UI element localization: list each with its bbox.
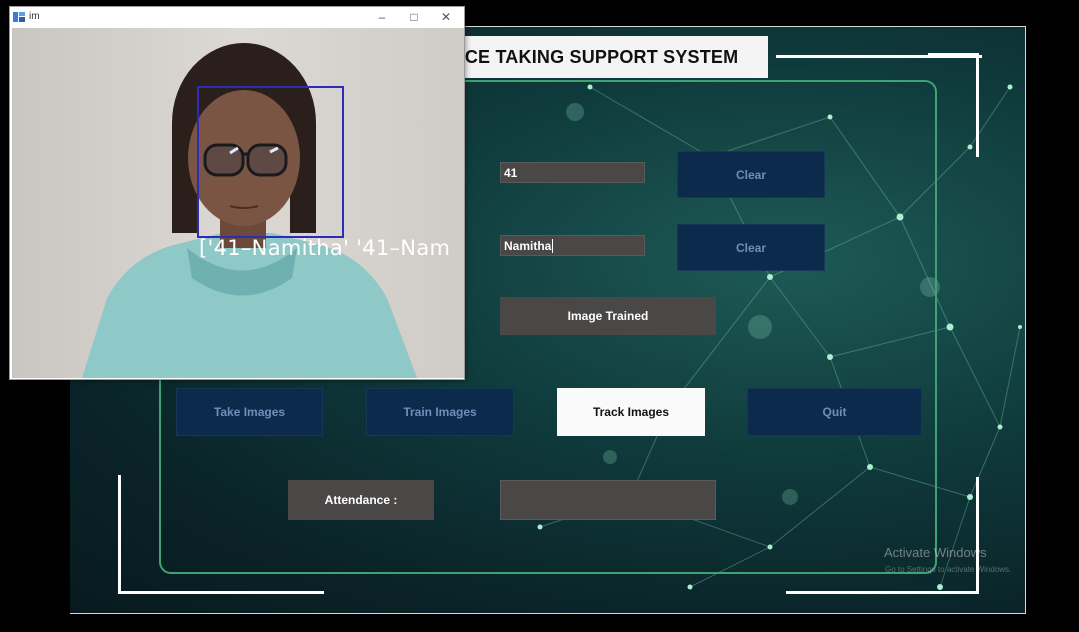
train-images-button[interactable]: Train Images xyxy=(366,388,514,436)
recognized-face-label: ['41–Namitha' '41–Nam xyxy=(199,236,451,260)
clear-id-button[interactable]: Clear xyxy=(677,151,825,198)
maximize-icon[interactable]: □ xyxy=(399,8,429,26)
enrollment-id-value: 41 xyxy=(504,165,518,180)
close-icon[interactable]: ✕ xyxy=(431,8,461,26)
camera-window: im – □ ✕ ['41–Namitha' '41–Nam xyxy=(9,6,465,380)
camera-feed: ['41–Namitha' '41–Nam xyxy=(12,28,464,378)
quit-button[interactable]: Quit xyxy=(747,388,922,436)
frame-corner-top-right-vert xyxy=(976,53,979,157)
activate-windows-hint: Go to Settings to activate Windows. xyxy=(885,565,1012,574)
camera-frame-image xyxy=(12,28,464,378)
app-title: ICE TAKING SUPPORT SYSTEM xyxy=(430,36,768,78)
app-icon xyxy=(13,12,25,22)
frame-corner-bottom-left xyxy=(118,475,121,593)
status-message: Image Trained xyxy=(500,297,716,335)
clear-name-button[interactable]: Clear xyxy=(677,224,825,271)
name-input[interactable]: Namitha xyxy=(500,235,645,256)
take-images-button[interactable]: Take Images xyxy=(176,388,323,436)
frame-corner-bottom-left-horiz xyxy=(118,591,324,594)
frame-corner-top-right xyxy=(928,53,978,56)
camera-window-title: im xyxy=(29,11,40,22)
enrollment-id-input[interactable]: 41 xyxy=(500,162,645,183)
frame-corner-bottom-right xyxy=(976,477,979,593)
minimize-icon[interactable]: – xyxy=(367,8,397,26)
name-value: Namitha xyxy=(504,238,552,253)
track-images-button[interactable]: Track Images xyxy=(557,388,705,436)
frame-corner-bottom-right-horiz xyxy=(786,591,979,594)
attendance-output xyxy=(500,480,716,520)
text-caret xyxy=(552,238,554,253)
activate-windows-watermark: Activate Windows xyxy=(884,545,987,560)
attendance-label: Attendance : xyxy=(288,480,434,520)
camera-titlebar[interactable]: im – □ ✕ xyxy=(10,7,464,27)
